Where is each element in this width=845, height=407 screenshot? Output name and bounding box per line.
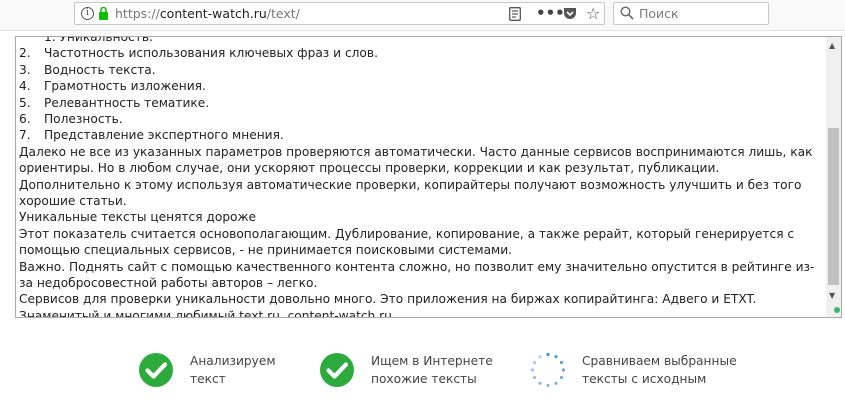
- step-label-line2: похожие тексты: [371, 372, 477, 386]
- step-label-line2: тексты с исходным: [582, 372, 707, 386]
- list-item-partial: 1. Уникальность.: [44, 36, 153, 44]
- step-label-line1: Анализируем: [190, 354, 276, 368]
- url-prefix: https://: [115, 6, 160, 21]
- list-text: Релевантность тематике.: [44, 95, 210, 110]
- list-number: 7.: [19, 128, 31, 143]
- vertical-scrollbar[interactable]: ▲ ▼: [826, 37, 841, 317]
- step-label-line2: текст: [190, 372, 226, 386]
- list-number: 5.: [19, 95, 31, 110]
- list-text: Полезность.: [44, 112, 123, 127]
- list-item: 6. Полезность.: [19, 111, 824, 127]
- url-bar[interactable]: i https://content-watch.ru/text/ ••• ☆: [74, 2, 605, 25]
- list-text: Грамотность изложения.: [44, 79, 206, 94]
- step-label-line1: Сравниваем выбранные: [582, 354, 737, 368]
- list-text: Водность текста.: [44, 62, 156, 77]
- section-heading: Уникальные тексты ценятся дороже: [19, 210, 256, 225]
- scroll-up-arrow-icon[interactable]: ▲: [829, 41, 835, 50]
- list-item: 3. Водность текста.: [19, 62, 824, 78]
- paragraph: Сервисов для проверки уникальности довол…: [19, 292, 757, 318]
- list-item: 7. Представление экспертного мнения.: [19, 127, 824, 143]
- lock-icon[interactable]: [98, 6, 109, 21]
- info-icon[interactable]: i: [81, 7, 94, 20]
- bookmark-star-icon[interactable]: ☆: [586, 5, 600, 23]
- paragraph: Этот показатель считается основополагающ…: [19, 226, 795, 258]
- reader-view-icon[interactable]: [509, 7, 521, 21]
- list-item: 5. Релевантность тематике.: [19, 95, 824, 111]
- list-text: Частотность использования ключевых фраз …: [44, 46, 378, 61]
- list-item: 2. Частотность использования ключевых фра…: [19, 45, 824, 61]
- list-number: 2.: [19, 46, 31, 61]
- step-label: Ищем в Интернете похожие тексты: [371, 352, 493, 388]
- step-label: Сравниваем выбранные тексты с исходным: [582, 352, 737, 388]
- list-item: 4. Грамотность изложения.: [19, 78, 824, 94]
- paragraph: Важно. Поднять сайт с помощью качественн…: [19, 259, 815, 291]
- text-input-area[interactable]: 1. Уникальность. 2. Частотность использов…: [15, 36, 842, 318]
- url-path: /text/: [266, 6, 300, 21]
- scrollbar-thumb[interactable]: [828, 128, 839, 285]
- list-text: Представление экспертного мнения.: [44, 128, 284, 143]
- resize-handle[interactable]: [834, 307, 840, 313]
- browser-toolbar: i https://content-watch.ru/text/ ••• ☆ П…: [0, 0, 845, 31]
- list-number: 6.: [19, 112, 31, 127]
- search-icon: [620, 6, 634, 20]
- checkmark-icon: [320, 353, 354, 387]
- list-item: 1. Уникальность.: [19, 36, 824, 45]
- pocket-icon[interactable]: [563, 7, 577, 20]
- search-bar[interactable]: Поиск: [613, 2, 769, 25]
- search-placeholder: Поиск: [639, 6, 679, 21]
- step-label-line1: Ищем в Интернете: [371, 354, 493, 368]
- list-number: 4.: [19, 79, 31, 94]
- scroll-down-arrow-icon[interactable]: ▼: [829, 291, 835, 300]
- url-text[interactable]: https://content-watch.ru/text/: [115, 6, 300, 21]
- loading-spinner-icon: [530, 352, 566, 388]
- checkmark-icon: [139, 353, 173, 387]
- more-actions-icon[interactable]: •••: [536, 3, 565, 23]
- paragraph: Далеко не все из указанных параметров пр…: [19, 144, 813, 209]
- step-label: Анализируем текст: [190, 352, 276, 388]
- list-number: 3.: [19, 62, 31, 77]
- text-content: 1. Уникальность. 2. Частотность использов…: [19, 36, 824, 318]
- url-domain: content-watch.ru: [159, 6, 267, 21]
